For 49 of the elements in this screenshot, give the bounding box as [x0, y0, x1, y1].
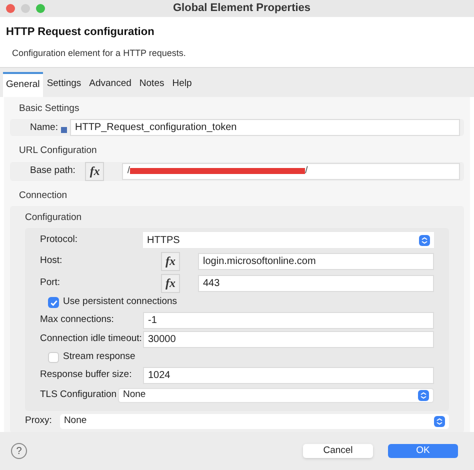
checkbox[interactable]: [48, 352, 59, 363]
section-title: URL Configuration: [18, 144, 98, 158]
tab[interactable]: Help: [168, 72, 196, 97]
section-title: Configuration: [25, 210, 83, 225]
text-field[interactable]: -1: [143, 312, 434, 329]
header-description: Configuration element for a HTTP requests.: [11, 46, 187, 60]
expression-button[interactable]: fx: [161, 274, 180, 292]
text-field[interactable]: 443: [198, 274, 434, 292]
expression-button[interactable]: fx: [161, 252, 180, 270]
field-label: Max connections:: [40, 313, 115, 328]
tls-select[interactable]: None: [118, 388, 434, 403]
field-label: Base path:: [30, 164, 76, 178]
name-field[interactable]: HTTP_Request_configuration_token: [70, 119, 460, 136]
ok-button[interactable]: OK: [388, 444, 458, 458]
help-button[interactable]: ?: [11, 443, 27, 459]
field-label: Host:: [40, 254, 64, 268]
header-title: HTTP Request configuration: [6, 25, 156, 40]
window-title: Global Element Properties: [173, 1, 311, 16]
field-label: Connection idle timeout:: [40, 332, 143, 346]
text-field[interactable]: 30000: [143, 331, 434, 348]
info-icon: [60, 127, 67, 134]
proxy-select[interactable]: None: [60, 414, 449, 429]
close-icon[interactable]: [6, 4, 15, 13]
section-title: Basic Settings: [18, 102, 80, 116]
field-label: Port:: [40, 276, 62, 290]
protocol-select[interactable]: HTTPS: [143, 232, 434, 248]
maximize-icon[interactable]: [36, 4, 45, 13]
expression-button[interactable]: fx: [85, 162, 104, 180]
tab[interactable]: Notes: [135, 72, 168, 97]
tab[interactable]: General: [3, 72, 43, 97]
tab[interactable]: Advanced: [85, 72, 136, 97]
field-label: Proxy:: [25, 414, 52, 428]
cancel-button[interactable]: Cancel: [303, 444, 373, 458]
dropdown-arrow-icon: [419, 234, 430, 246]
checkbox-label: Stream response: [63, 350, 136, 364]
field-label: TLS Configuration: [40, 388, 118, 402]
field-label: Response buffer size:: [40, 368, 133, 382]
text-field[interactable]: 1024: [143, 367, 434, 384]
checkbox-label: Use persistent connections: [63, 295, 178, 310]
dropdown-arrow-icon: [418, 390, 429, 401]
checkbox[interactable]: [48, 297, 59, 308]
field-label: Protocol:: [40, 232, 78, 247]
minimize-icon[interactable]: [21, 4, 30, 13]
section-title: Connection: [18, 188, 68, 202]
dropdown-arrow-icon: [434, 416, 445, 427]
text-field[interactable]: login.microsoftonline.com: [198, 252, 434, 270]
base-path-field[interactable]: / /: [122, 162, 460, 180]
tab[interactable]: Settings: [42, 72, 86, 97]
field-label: Name:: [30, 120, 58, 135]
